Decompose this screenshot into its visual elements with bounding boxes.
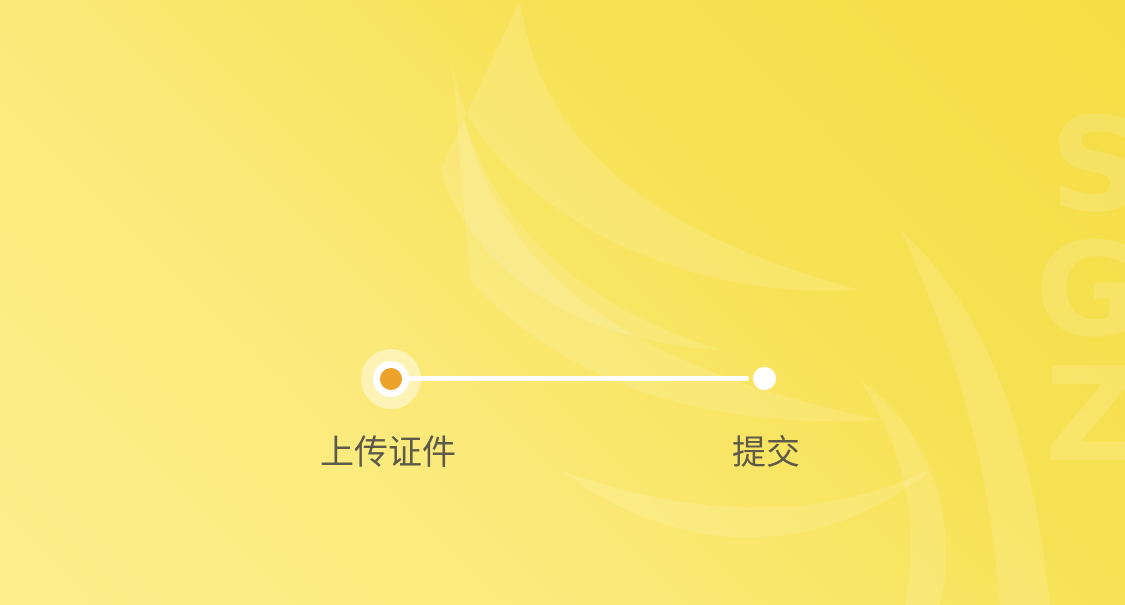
step-1-active-dot <box>380 368 402 390</box>
progress-stepper: 上传证件 提交 <box>0 0 1125 605</box>
step-1-label: 上传证件 <box>320 433 456 473</box>
step-2-label: 提交 <box>732 433 800 473</box>
step-2-indicator <box>753 367 776 390</box>
step-connector-line <box>395 376 749 381</box>
step-1-indicator <box>361 349 421 409</box>
step-1-ring <box>373 361 409 397</box>
